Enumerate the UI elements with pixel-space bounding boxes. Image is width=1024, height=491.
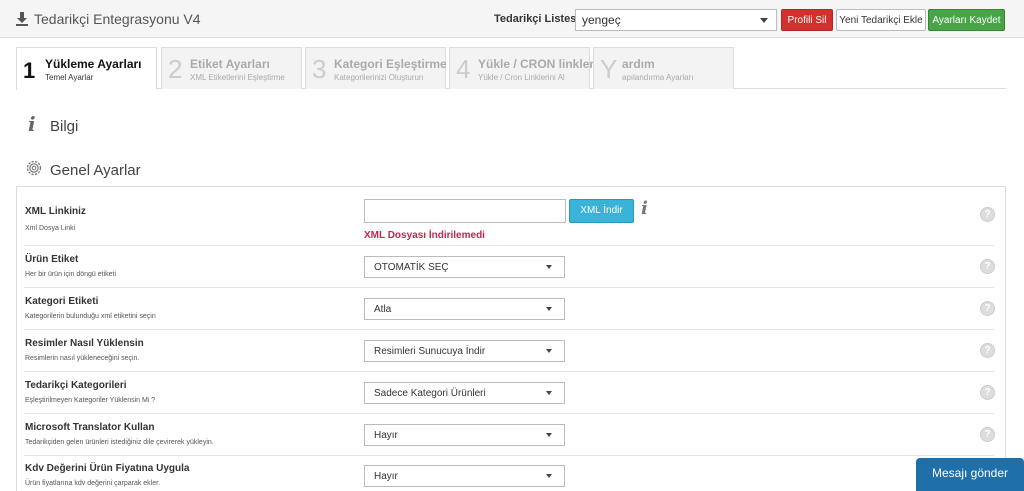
xml-link-help: Xml Dosya Linki	[25, 225, 76, 232]
tab-number: 1	[23, 58, 36, 83]
field-help: Her bir ürün için döngü etiketi	[25, 271, 117, 278]
row-divider	[24, 371, 994, 372]
new-supplier-button[interactable]: Yeni Tedarikçi Ekle	[836, 9, 926, 31]
field-label: Microsoft Translator Kullan	[25, 422, 155, 433]
chevron-down-icon	[546, 391, 552, 395]
row-divider	[24, 455, 994, 456]
info-section-title: Bilgi	[50, 118, 79, 135]
select-value: Resimleri Sunucuya İndir	[374, 346, 486, 357]
select-value: Sadece Kategori Ürünleri	[374, 388, 486, 399]
row-divider	[24, 245, 994, 246]
tab-subtitle: Kategorilerinizi Oluşturun	[334, 73, 424, 82]
supplier-list-label: Tedarikçi Listesi:	[494, 13, 584, 25]
tab-upload-settings[interactable]: 1 Yükleme Ayarları Temel Ayarlar	[16, 47, 157, 90]
help-icon[interactable]: ?	[980, 385, 995, 400]
tab-title: Kategori Eşleştirme	[334, 57, 447, 71]
chevron-down-icon	[760, 18, 768, 23]
help-icon[interactable]: ?	[980, 259, 995, 274]
vat-select[interactable]: Hayır	[364, 465, 565, 487]
download-icon	[16, 12, 28, 26]
tab-title: Yükle / CRON linkleri	[478, 57, 598, 71]
tab-subtitle: XML Etiketlerini Eşleştirme	[190, 73, 285, 82]
xml-error-message: XML Dosyası İndirilemedi	[364, 230, 485, 241]
help-icon[interactable]: ?	[980, 301, 995, 316]
tab-help[interactable]: Y ardım apılandırma Ayarları	[593, 47, 734, 89]
select-value: OTOMATİK SEÇ	[374, 262, 449, 273]
select-value: Atla	[374, 304, 392, 315]
tab-subtitle: Yükle / Cron Linklerini Al	[478, 73, 565, 82]
row-divider	[24, 329, 994, 330]
chevron-down-icon	[546, 474, 552, 478]
supplier-select-value: yengeç	[582, 13, 621, 27]
tab-number: 4	[456, 54, 471, 84]
gear-icon	[26, 160, 42, 176]
field-label: Kategori Etiketi	[25, 296, 99, 307]
chevron-down-icon	[546, 265, 552, 269]
supplier-select[interactable]: yengeç	[575, 9, 777, 31]
product-tag-select[interactable]: OTOMATİK SEÇ	[364, 256, 565, 278]
chevron-down-icon	[546, 307, 552, 311]
delete-profile-button[interactable]: Profili Sil	[781, 9, 833, 31]
field-help: Tedarikçiden gelen ürünleri istediğiniz …	[25, 439, 214, 446]
app-title-text: Tedarikçi Entegrasyonu V4	[34, 11, 201, 27]
row-divider	[24, 287, 994, 288]
info-icon: i	[28, 112, 36, 136]
chevron-down-icon	[546, 433, 552, 437]
field-label: Ürün Etiket	[25, 254, 79, 265]
app-title: Tedarikçi Entegrasyonu V4	[16, 11, 201, 27]
category-tag-select[interactable]: Atla	[364, 298, 565, 320]
tab-cron-links[interactable]: 4 Yükle / CRON linkleri Yükle / Cron Lin…	[449, 47, 597, 89]
select-value: Hayır	[374, 430, 398, 441]
row-divider	[24, 413, 994, 414]
field-help: Resimlerin nasıl yükleneceğini seçin.	[25, 355, 140, 362]
translator-select[interactable]: Hayır	[364, 424, 565, 446]
chevron-down-icon	[546, 349, 552, 353]
field-help: Kategorilerin bulunduğu xml etiketini se…	[25, 313, 156, 320]
image-upload-select[interactable]: Resimleri Sunucuya İndir	[364, 340, 565, 362]
xml-link-input[interactable]	[364, 199, 566, 223]
page-header: Tedarikçi Entegrasyonu V4 Tedarikçi List…	[0, 0, 1024, 38]
general-section-title: Genel Ayarlar	[50, 162, 141, 179]
tab-number: 2	[168, 54, 183, 84]
send-message-button[interactable]: Mesajı gönder	[916, 458, 1024, 491]
xml-link-label: XML Linkiniz	[25, 206, 86, 217]
tab-title: Yükleme Ayarları	[45, 57, 142, 71]
field-label: Kdv Değerini Ürün Fiyatına Uygula	[25, 463, 190, 474]
help-icon[interactable]: ?	[980, 207, 995, 222]
tab-title: Etiket Ayarları	[190, 57, 270, 71]
field-help: Eşleştirilmeyen Kategoriler Yüklensin Mi…	[25, 397, 156, 404]
tab-category-matching[interactable]: 3 Kategori Eşleştirme Kategorilerinizi O…	[305, 47, 447, 89]
field-label: Resimler Nasıl Yüklensin	[25, 338, 144, 349]
info-icon[interactable]: i	[641, 198, 648, 219]
xml-download-button[interactable]: XML İndir	[569, 199, 634, 223]
field-help: Ürün fiyatlarına kdv değerini çarparak e…	[25, 480, 161, 487]
tab-number: Y	[600, 54, 618, 84]
field-label: Tedarikçi Kategorileri	[25, 380, 127, 391]
help-icon[interactable]: ?	[980, 343, 995, 358]
save-settings-button[interactable]: Ayarları Kaydet	[928, 9, 1005, 31]
tab-title: ardım	[622, 57, 655, 71]
supplier-categories-select[interactable]: Sadece Kategori Ürünleri	[364, 382, 565, 404]
select-value: Hayır	[374, 471, 398, 482]
tab-tag-settings[interactable]: 2 Etiket Ayarları XML Etiketlerini Eşleş…	[161, 47, 302, 89]
help-icon[interactable]: ?	[980, 427, 995, 442]
tab-number: 3	[312, 54, 327, 84]
tab-subtitle: Temel Ayarlar	[45, 73, 94, 82]
tab-subtitle: apılandırma Ayarları	[622, 73, 694, 82]
